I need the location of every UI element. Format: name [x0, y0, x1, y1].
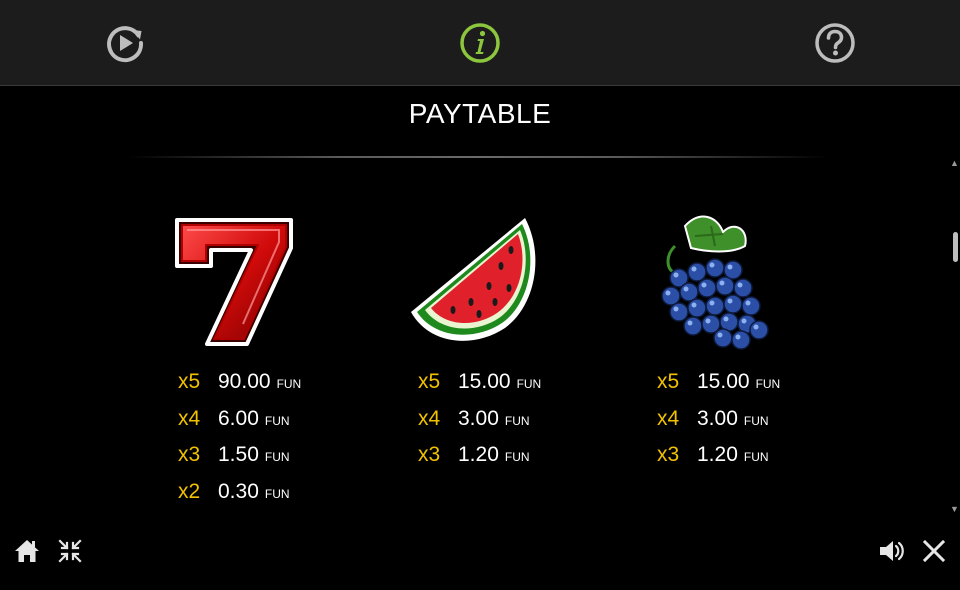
watermelon-symbol	[405, 206, 545, 356]
multiplier: x5	[657, 370, 680, 393]
pay-row: x3 1.20 FUN	[657, 443, 780, 480]
pay-row: x4 6.00 FUN	[178, 407, 301, 444]
close-button[interactable]	[919, 536, 949, 566]
scroll-down-arrow[interactable]: ▼	[950, 504, 959, 514]
top-bar	[0, 0, 960, 86]
multiplier: x3	[178, 443, 201, 466]
payout-amount: 1.50	[218, 443, 259, 466]
pay-row: x3 1.50 FUN	[178, 443, 301, 480]
scrollbar-thumb[interactable]	[953, 232, 958, 262]
payout-amount: 1.20	[697, 443, 738, 466]
pay-row: x5 15.00 FUN	[418, 370, 541, 407]
currency: FUN	[516, 377, 542, 391]
multiplier: x5	[178, 370, 201, 393]
currency: FUN	[264, 450, 290, 464]
replay-icon	[107, 26, 144, 63]
home-icon	[15, 540, 39, 562]
currency: FUN	[504, 450, 530, 464]
page-title: PAYTABLE	[408, 98, 552, 129]
multiplier: x3	[657, 443, 680, 466]
currency: FUN	[743, 450, 769, 464]
currency: FUN	[743, 413, 769, 428]
payout-amount: 15.00	[458, 370, 511, 393]
multiplier: x2	[178, 479, 201, 503]
home-button[interactable]	[12, 536, 42, 566]
multiplier: x4	[418, 406, 441, 430]
payout-amount: 3.00	[458, 406, 499, 430]
sound-icon	[880, 541, 904, 561]
payout-amount: 3.00	[697, 406, 738, 430]
payout-amount: 6.00	[218, 406, 259, 430]
payout-amount: 1.20	[458, 443, 499, 466]
multiplier: x5	[418, 370, 441, 393]
multiplier: x3	[418, 443, 441, 466]
paylist-watermelon: x5 15.00 FUN x4 3.00 FUN x3 1.20 FUN	[418, 370, 541, 480]
pay-row: x3 1.20 FUN	[418, 443, 541, 480]
seven-symbol	[165, 206, 305, 356]
currency: FUN	[264, 413, 290, 428]
grapes-symbol	[645, 206, 785, 356]
pay-row: x4 3.00 FUN	[657, 407, 780, 444]
payout-amount: 0.30	[218, 479, 259, 503]
paylist-seven: x5 90.00 FUN x4 6.00 FUN x3 1.50 FUN x2 …	[178, 370, 301, 516]
sound-button[interactable]	[876, 536, 906, 566]
info-icon	[460, 23, 500, 63]
help-icon	[815, 23, 855, 63]
pay-row: x2 0.30 FUN	[178, 480, 301, 517]
currency: FUN	[276, 377, 302, 391]
currency: FUN	[264, 486, 290, 501]
pay-row: x5 15.00 FUN	[657, 370, 780, 407]
title-divider	[128, 156, 828, 158]
exit-fullscreen-button[interactable]	[55, 536, 85, 566]
pay-row: x5 90.00 FUN	[178, 370, 301, 407]
multiplier: x4	[657, 406, 680, 430]
minimize-icon	[58, 539, 82, 563]
payout-amount: 90.00	[218, 370, 271, 393]
multiplier: x4	[178, 406, 201, 430]
scroll-up-arrow[interactable]: ▲	[950, 158, 959, 168]
close-icon	[922, 539, 946, 563]
tab-help[interactable]	[813, 21, 857, 65]
currency: FUN	[504, 413, 530, 428]
tab-replay[interactable]	[103, 21, 147, 65]
currency: FUN	[755, 377, 781, 391]
paylist-grapes: x5 15.00 FUN x4 3.00 FUN x3 1.20 FUN	[657, 370, 780, 480]
pay-row: x4 3.00 FUN	[418, 407, 541, 444]
payout-amount: 15.00	[697, 370, 750, 393]
tab-info[interactable]	[458, 21, 502, 65]
